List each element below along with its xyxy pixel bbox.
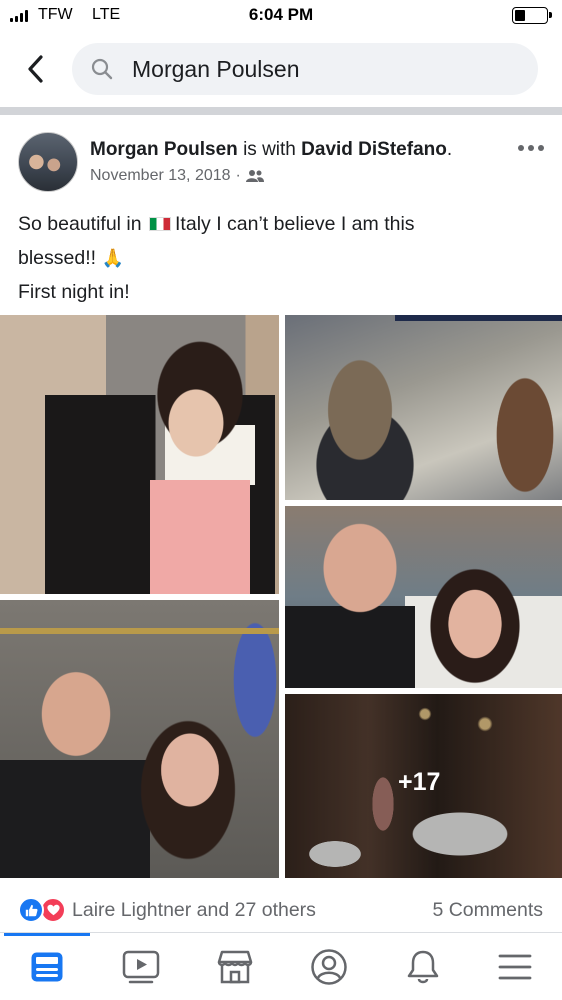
author-name[interactable]: Morgan Poulsen xyxy=(90,139,238,160)
post-author-line: Morgan Poulsen is with David DiStefano. xyxy=(90,139,452,161)
search-input[interactable]: Morgan Poulsen xyxy=(132,43,522,95)
meta-separator: · xyxy=(235,167,241,184)
post-text-part-b: Italy I can’t believe I am this xyxy=(175,213,415,235)
search-icon xyxy=(91,58,113,80)
reactions-row: Laire Lightner and 27 others 5 Comments xyxy=(0,892,562,928)
header-divider xyxy=(0,107,562,115)
italy-flag-icon xyxy=(149,217,172,231)
photo-1[interactable] xyxy=(0,315,279,594)
post-text-blessed: blessed!! xyxy=(18,247,97,269)
search-bar[interactable]: Morgan Poulsen xyxy=(72,43,538,95)
photo-5-more[interactable]: +17 xyxy=(285,694,562,878)
news-feed-icon[interactable] xyxy=(22,945,72,989)
post-text-line-2: blessed!! 🙏 xyxy=(18,241,548,275)
post-meta: November 13, 2018 · xyxy=(90,167,264,185)
status-time: 6:04 PM xyxy=(248,5,314,24)
post-text-part-a: So beautiful in xyxy=(18,213,142,235)
profile-icon[interactable] xyxy=(304,945,354,989)
comments-count[interactable]: 5 Comments xyxy=(432,899,543,922)
reaction-names[interactable]: Laire Lightner and 27 others xyxy=(72,899,316,922)
reaction-icons[interactable] xyxy=(18,897,68,923)
post-date[interactable]: November 13, 2018 xyxy=(90,167,231,185)
post-text: So beautiful in Italy I can’t believe I … xyxy=(18,207,548,309)
menu-icon[interactable] xyxy=(490,945,540,989)
notifications-icon[interactable] xyxy=(398,945,448,989)
friends-icon xyxy=(245,170,264,182)
more-options-icon[interactable] xyxy=(518,145,544,151)
bottom-tab-bar xyxy=(0,932,562,1000)
photo-4[interactable] xyxy=(0,600,279,878)
tagged-name[interactable]: David DiStefano xyxy=(301,139,447,160)
pray-emoji: 🙏 xyxy=(101,248,124,268)
avatar[interactable] xyxy=(18,132,78,192)
post-text-line-1: So beautiful in Italy I can’t believe I … xyxy=(18,207,548,241)
search-header: Morgan Poulsen xyxy=(0,34,562,106)
with-text: is with xyxy=(243,139,296,160)
back-chevron-icon[interactable] xyxy=(20,52,50,86)
photo-3[interactable] xyxy=(285,506,562,688)
more-photos-count: +17 xyxy=(398,768,441,796)
watch-icon[interactable] xyxy=(116,945,166,989)
post-header: Morgan Poulsen is with David DiStefano. … xyxy=(0,115,562,195)
like-reaction-icon xyxy=(18,897,44,923)
post-text-line-3: First night in! xyxy=(18,281,130,303)
period: . xyxy=(446,139,453,160)
battery-tip xyxy=(549,12,552,18)
status-bar: TFW LTE 6:04 PM xyxy=(0,0,562,34)
battery-icon xyxy=(512,7,548,24)
photo-2[interactable] xyxy=(285,315,562,500)
active-tab-indicator xyxy=(4,933,90,936)
marketplace-icon[interactable] xyxy=(210,945,260,989)
